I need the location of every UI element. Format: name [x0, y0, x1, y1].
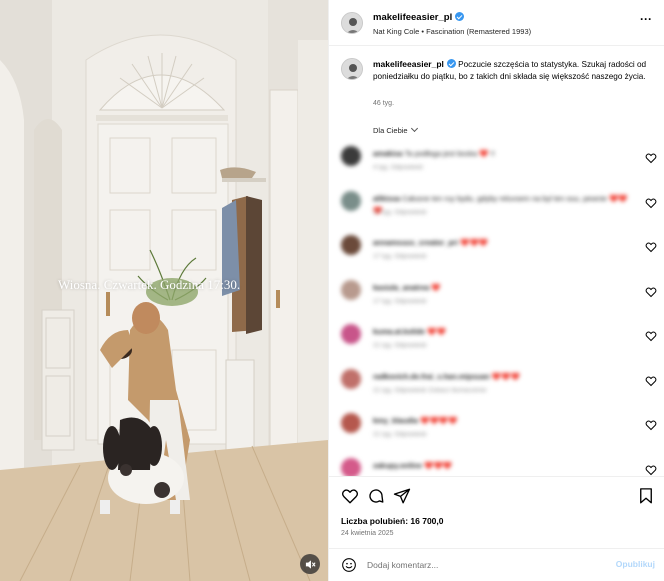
caption-username[interactable]: makelifeeasier_pl: [373, 59, 444, 69]
comment-avatar[interactable]: [341, 324, 361, 344]
caption-author-avatar[interactable]: [341, 58, 363, 80]
verified-badge-icon: [446, 59, 456, 68]
author-avatar[interactable]: [341, 12, 363, 34]
comment-avatar[interactable]: [341, 368, 361, 389]
post-header: makelifeeasier_pl Nat King Cole • Fascin…: [329, 0, 664, 46]
comment-item: annamsuus_creator_pri ❤️❤️❤️ 17 tyg. Odpo…: [329, 229, 664, 273]
comment-meta[interactable]: 21 tyg. Odpowiedz: [373, 431, 427, 438]
more-options-icon[interactable]: ···: [637, 13, 655, 28]
comment-text: radkovich.de.frai_s.han.mipsuan ❤️❤️❤️: [373, 371, 633, 383]
comment-body: ❤️: [431, 282, 441, 292]
comment-like-heart-icon[interactable]: [645, 375, 657, 387]
comment-username[interactable]: radkovich.de.frai_s.han.mipsuan: [373, 372, 490, 381]
comment-avatar[interactable]: [341, 146, 361, 166]
like-heart-icon[interactable]: [341, 487, 359, 505]
comment-meta[interactable]: 17 tyg. Odpowiedz: [373, 209, 427, 216]
comment-username[interactable]: kmy_klaudia: [373, 416, 418, 425]
comment-input[interactable]: [367, 558, 587, 572]
comment-like-heart-icon[interactable]: [645, 419, 657, 431]
likes-count[interactable]: Liczba polubień: 16 700,0: [341, 516, 444, 526]
comment-like-heart-icon[interactable]: [645, 330, 657, 342]
video-caption-overlay: Wiosna. Czwartek. Godzina 17:30.: [58, 277, 241, 292]
comment-body: ❤️❤️❤️: [491, 371, 520, 381]
comment-like-heart-icon[interactable]: [645, 286, 657, 298]
comment-username[interactable]: kasiula_anatrea: [373, 283, 429, 292]
comment-avatar[interactable]: [341, 457, 361, 476]
comment-text: annamsuus_creator_pri ❤️❤️❤️: [373, 237, 633, 249]
comment-username[interactable]: kuma.at.kolide: [373, 327, 425, 336]
comment-username[interactable]: zakupy.online: [373, 461, 422, 470]
comment-username[interactable]: alikissa: [373, 194, 400, 203]
comments-sort-label[interactable]: Dla Ciebie: [373, 126, 408, 135]
post-details-panel: makelifeeasier_pl Nat King Cole • Fascin…: [328, 0, 664, 581]
muted-speaker-icon: [305, 559, 316, 569]
comment-body: ❤️❤️: [427, 327, 446, 336]
comment-item: radkovich.de.frai_s.han.mipsuan ❤️❤️❤️ 21…: [329, 363, 664, 407]
comment-body: Ta podłoga jest boska ❤️ !!: [404, 149, 495, 158]
comment-body: ❤️❤️❤️: [460, 238, 489, 247]
comment-text: kasiula_anatrea ❤️: [373, 282, 633, 294]
comment-text: kuma.at.kolide ❤️❤️: [373, 326, 633, 338]
comment-meta[interactable]: 17 tyg. Odpowiedz: [373, 298, 427, 305]
comment-item: kuma.at.kolide ❤️❤️ 21 tyg. Odpowiedz: [329, 318, 664, 362]
comment-meta[interactable]: 4 tyg. Odpowiedz: [373, 164, 423, 171]
caption-text-block: makelifeeasier_pl Poczucie szczęścia to …: [373, 58, 653, 83]
verified-badge-icon: [455, 12, 465, 21]
comment-body: ❤️❤️❤️: [424, 460, 453, 470]
comment-text: kmy_klaudia ❤️❤️❤️❤️: [373, 415, 633, 427]
comment-text: amakisa Ta podłoga jest boska ❤️ !!: [373, 148, 633, 160]
caption-timestamp[interactable]: 46 tyg.: [373, 100, 394, 107]
comment-like-heart-icon[interactable]: [645, 241, 657, 253]
comment-body: ❤️❤️❤️❤️: [420, 416, 458, 425]
chevron-down-icon: [410, 124, 418, 133]
share-paper-plane-icon[interactable]: [393, 487, 411, 505]
audio-track-link[interactable]: Nat King Cole • Fascination (Remastered …: [373, 27, 531, 36]
comment-avatar[interactable]: [341, 279, 361, 300]
author-username[interactable]: makelifeeasier_pl: [373, 12, 465, 23]
comment-meta[interactable]: 21 tyg. Odpowiedz Zobacz tłumaczenie: [373, 387, 486, 394]
post-actions: Liczba polubień: 16 700,0 24 kwietnia 20…: [329, 476, 664, 548]
comment-text: zakupy.online ❤️❤️❤️: [373, 460, 633, 472]
publish-button[interactable]: Opublikuj: [616, 559, 655, 569]
comment-username[interactable]: amakisa: [373, 149, 403, 158]
comment-item: zakupy.online ❤️❤️❤️: [329, 452, 664, 476]
comment-bubble-icon[interactable]: [367, 487, 385, 505]
video-player[interactable]: Wiosna. Czwartek. Godzina 17:30.: [0, 0, 328, 581]
avatar-image: [342, 13, 362, 33]
emoji-icon[interactable]: [341, 557, 357, 573]
comments-list[interactable]: amakisa Ta podłoga jest boska ❤️ !! 4 tyg…: [329, 140, 664, 476]
comments-sort-dropdown[interactable]: Dla Ciebie: [373, 124, 418, 135]
save-bookmark-icon[interactable]: [637, 487, 655, 505]
comment-like-heart-icon[interactable]: [645, 197, 657, 209]
author-username-text[interactable]: makelifeeasier_pl: [373, 12, 452, 23]
post-modal: Wiosna. Czwartek. Godzina 17:30. makelif…: [0, 0, 664, 581]
comment-avatar[interactable]: [341, 235, 361, 255]
comment-item: alikissa Całusne ten ruy bydu, gdyby rel…: [329, 185, 664, 229]
comment-item: kasiula_anatrea ❤️ 17 tyg. Odpowiedz: [329, 274, 664, 318]
comment-like-heart-icon[interactable]: [645, 152, 657, 164]
comment-meta[interactable]: 21 tyg. Odpowiedz: [373, 342, 427, 349]
comment-item: kmy_klaudia ❤️❤️❤️❤️ 21 tyg. Odpowiedz: [329, 407, 664, 451]
comment-meta[interactable]: 17 tyg. Odpowiedz: [373, 253, 427, 260]
comment-avatar[interactable]: [341, 190, 361, 211]
avatar-image: [342, 59, 362, 79]
comment-username[interactable]: annamsuus_creator_pri: [373, 238, 458, 247]
post-date: 24 kwietnia 2025: [341, 530, 394, 537]
add-comment-bar: Opublikuj: [329, 548, 664, 581]
comment-avatar[interactable]: [341, 413, 361, 433]
comment-like-heart-icon[interactable]: [645, 464, 657, 476]
mute-button[interactable]: [300, 554, 320, 574]
comment-item: amakisa Ta podłoga jest boska ❤️ !! 4 tyg…: [329, 140, 664, 184]
